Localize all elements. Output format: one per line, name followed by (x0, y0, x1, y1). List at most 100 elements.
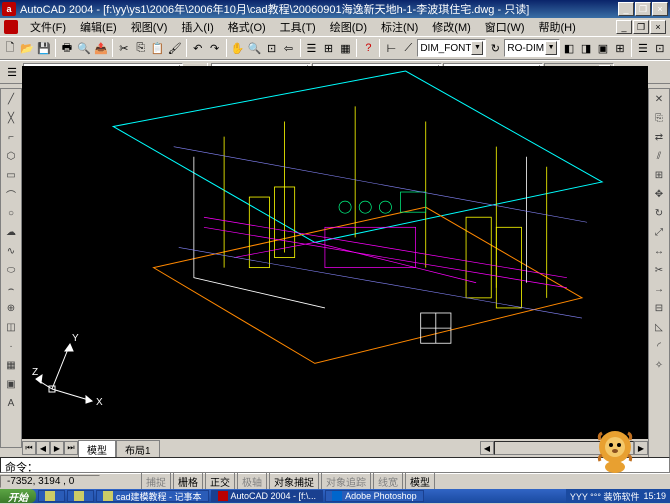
rotate-icon[interactable]: ↻ (649, 204, 669, 222)
layer-manager-icon[interactable]: ☰ (2, 62, 22, 82)
menu-modify[interactable]: 修改(M) (426, 18, 477, 36)
dim-tool1-icon[interactable]: ◧ (561, 38, 577, 58)
mirror-icon[interactable]: ⇄ (649, 128, 669, 146)
task-notepad[interactable]: cad建模教程 - 记事本 (96, 490, 209, 502)
redo-icon[interactable]: ↷ (207, 38, 223, 58)
dim-update-icon[interactable]: ↻ (487, 38, 503, 58)
dim-tool6-icon[interactable]: ⊡ (652, 38, 668, 58)
dim-tool4-icon[interactable]: ⊞ (612, 38, 628, 58)
stretch-icon[interactable]: ↔ (649, 242, 669, 260)
menu-draw[interactable]: 绘图(D) (324, 18, 373, 36)
hscroll-right-icon[interactable]: ▶ (634, 441, 648, 455)
print-icon[interactable]: 🖶 (59, 38, 75, 58)
break-icon[interactable]: ⊟ (649, 299, 669, 317)
block-icon[interactable]: ◫ (1, 318, 21, 336)
revcloud-icon[interactable]: ☁ (1, 223, 21, 241)
array-icon[interactable]: ⊞ (649, 166, 669, 184)
pline-icon[interactable]: ⌐ (1, 128, 21, 146)
erase-icon[interactable]: ✕ (649, 90, 669, 108)
dimstyle-combo[interactable]: DIM_FONT▼ (417, 39, 486, 57)
circle-icon[interactable]: ○ (1, 204, 21, 222)
dim-tool2-icon[interactable]: ◨ (578, 38, 594, 58)
mdi-restore-button[interactable]: ❐ (633, 20, 649, 34)
chamfer-icon[interactable]: ◺ (649, 318, 669, 336)
insert-icon[interactable]: ⊕ (1, 299, 21, 317)
new-icon[interactable]: 🗋 (2, 38, 18, 58)
properties-icon[interactable]: ☰ (304, 38, 320, 58)
minimize-button[interactable]: _ (618, 2, 634, 16)
menu-format[interactable]: 格式(O) (222, 18, 272, 36)
menu-dimension[interactable]: 标注(N) (375, 18, 424, 36)
zoomrt-icon[interactable]: 🔍 (247, 38, 263, 58)
coordinates-readout[interactable]: -7352, 3194 , 0 (0, 475, 100, 488)
dim-linear-icon[interactable]: ⊢ (383, 38, 399, 58)
open-icon[interactable]: 📂 (19, 38, 35, 58)
hscroll-left-icon[interactable]: ◀ (480, 441, 494, 455)
dim-aligned-icon[interactable]: ⟋ (400, 38, 416, 58)
mdi-close-button[interactable]: × (650, 20, 666, 34)
ellipse-icon[interactable]: ⬭ (1, 261, 21, 279)
drawing-viewport[interactable]: X Y Z (22, 66, 648, 439)
help-icon[interactable]: ? (360, 38, 376, 58)
layout-tab-layout1[interactable]: 布局1 (116, 440, 160, 458)
copy-obj-icon[interactable]: ⎘ (649, 109, 669, 127)
ellipsearc-icon[interactable]: ⌢ (1, 280, 21, 298)
move-icon[interactable]: ✥ (649, 185, 669, 203)
dim2-combo[interactable]: RO-DIM▼ (504, 39, 560, 57)
paste-icon[interactable]: 📋 (150, 38, 166, 58)
quicklaunch-2[interactable] (67, 490, 94, 502)
tab-last-icon[interactable]: ⏭ (64, 441, 78, 455)
menu-edit[interactable]: 编辑(E) (74, 18, 123, 36)
menu-help[interactable]: 帮助(H) (533, 18, 582, 36)
layout-tab-model[interactable]: 模型 (78, 440, 116, 458)
start-button[interactable]: 开始 (0, 489, 36, 503)
save-icon[interactable]: 💾 (36, 38, 52, 58)
xline-icon[interactable]: ╳ (1, 109, 21, 127)
maximize-button[interactable]: ❐ (635, 2, 651, 16)
spline-icon[interactable]: ∿ (1, 242, 21, 260)
text-icon[interactable]: A (1, 394, 21, 412)
close-button[interactable]: × (652, 2, 668, 16)
extend-icon[interactable]: → (649, 280, 669, 298)
explode-icon[interactable]: ✧ (649, 356, 669, 374)
task-autocad[interactable]: AutoCAD 2004 - [f:\... (211, 490, 324, 502)
line-icon[interactable]: ╱ (1, 90, 21, 108)
system-tray[interactable]: YYY °°° 装饰软件 15:19 (566, 489, 670, 503)
tab-prev-icon[interactable]: ◀ (36, 441, 50, 455)
region-icon[interactable]: ▣ (1, 375, 21, 393)
pan-icon[interactable]: ✋ (230, 38, 246, 58)
task-photoshop[interactable]: Adobe Photoshop (325, 490, 424, 502)
tab-first-icon[interactable]: ⏮ (22, 441, 36, 455)
toolpalette-icon[interactable]: ▦ (337, 38, 353, 58)
zoomprev-icon[interactable]: ⇦ (281, 38, 297, 58)
trim-icon[interactable]: ✂ (649, 261, 669, 279)
menu-tools[interactable]: 工具(T) (274, 18, 322, 36)
mdi-minimize-button[interactable]: _ (616, 20, 632, 34)
offset-icon[interactable]: ⫽ (649, 147, 669, 165)
menu-insert[interactable]: 插入(I) (175, 18, 219, 36)
quicklaunch-1[interactable] (38, 490, 65, 502)
point-icon[interactable]: · (1, 337, 21, 355)
preview-icon[interactable]: 🔍 (76, 38, 92, 58)
polygon-icon[interactable]: ⬡ (1, 147, 21, 165)
hscrollbar[interactable] (494, 441, 634, 455)
zoomwin-icon[interactable]: ⊡ (264, 38, 280, 58)
command-line[interactable]: 命令： (0, 457, 670, 473)
hatch-icon[interactable]: ▦ (1, 356, 21, 374)
publish-icon[interactable]: 📤 (93, 38, 109, 58)
matchprop-icon[interactable]: 🖌 (167, 38, 183, 58)
arc-icon[interactable]: ⌒ (1, 185, 21, 203)
fillet-icon[interactable]: ◜ (649, 337, 669, 355)
cut-icon[interactable]: ✂ (116, 38, 132, 58)
rectangle-icon[interactable]: ▭ (1, 166, 21, 184)
menu-view[interactable]: 视图(V) (125, 18, 174, 36)
copy-icon[interactable]: ⎘ (133, 38, 149, 58)
menu-window[interactable]: 窗口(W) (479, 18, 531, 36)
undo-icon[interactable]: ↶ (190, 38, 206, 58)
scale-icon[interactable]: ⤢ (649, 223, 669, 241)
menu-file[interactable]: 文件(F) (24, 18, 72, 36)
dim-tool5-icon[interactable]: ☰ (635, 38, 651, 58)
designcenter-icon[interactable]: ⊞ (320, 38, 336, 58)
dim-tool3-icon[interactable]: ▣ (595, 38, 611, 58)
tab-next-icon[interactable]: ▶ (50, 441, 64, 455)
